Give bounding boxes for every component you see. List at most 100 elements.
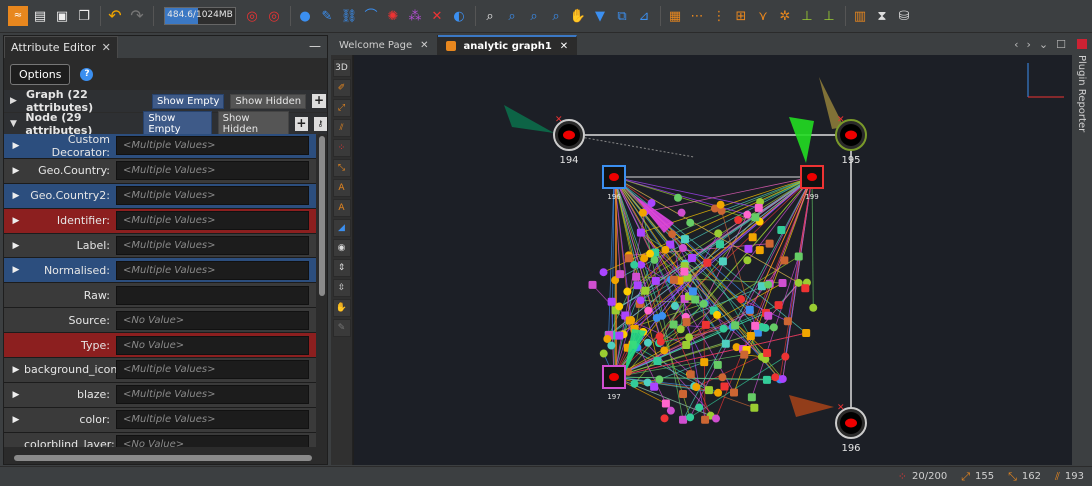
attribute-row[interactable]: ▶ Normalised: <Multiple Values> <box>4 258 316 284</box>
zoom-reset-icon[interactable]: ⌕ <box>546 6 566 26</box>
attribute-row[interactable]: ▶ Custom Decorator: <Multiple Values> <box>4 134 316 159</box>
new-graph-icon[interactable]: ≈ <box>8 6 28 26</box>
expand-arrow-icon[interactable]: ▶ <box>8 365 24 375</box>
shield-icon[interactable]: ◐ <box>449 6 469 26</box>
horizontal-scrollbar[interactable] <box>8 454 320 462</box>
expand-arrow-icon[interactable]: ▶ <box>8 191 24 201</box>
expand-arrow-icon[interactable]: ▶ <box>8 216 24 226</box>
pencil-icon[interactable]: ✎ <box>317 6 337 26</box>
minimize-icon[interactable]: — <box>309 39 321 53</box>
expand-arrow-icon[interactable]: ▶ <box>8 141 24 151</box>
scrollbar-thumb[interactable] <box>14 455 312 461</box>
attribute-row[interactable]: Source: <No Value> <box>4 308 316 334</box>
attribute-row[interactable]: ▶ color: <Multiple Values> <box>4 407 316 433</box>
attribute-row[interactable]: ▶ Identifier: <Multiple Values> <box>4 208 316 234</box>
attribute-value-field[interactable]: <Multiple Values> <box>116 260 309 280</box>
chart-icon[interactable]: ▥ <box>850 6 870 26</box>
pin-icon[interactable]: ▼ <box>590 6 610 26</box>
help-icon[interactable]: ? <box>80 67 94 81</box>
blaze-icon[interactable]: ◢ <box>332 219 351 237</box>
graph-show-hidden-button[interactable]: Show Hidden <box>230 93 307 109</box>
pencil-icon[interactable]: ✎ <box>332 319 351 337</box>
plugin-reporter-sidebar[interactable]: Plugin Reporter <box>1074 35 1092 465</box>
options-button[interactable]: Options <box>10 63 71 85</box>
attribute-value-field[interactable]: <No Value> <box>116 335 309 355</box>
3d-toggle-button[interactable]: 3D <box>332 59 351 77</box>
expand-arrow-icon[interactable]: ▶ <box>8 241 24 251</box>
attribute-value-field[interactable]: <No Value> <box>116 435 309 447</box>
attribute-value-field[interactable]: <Multiple Values> <box>116 186 309 206</box>
star-icon[interactable]: ✲ <box>775 6 795 26</box>
expand-arrow-icon[interactable]: ▶ <box>8 265 24 275</box>
attribute-row[interactable]: ▶ Label: <Multiple Values> <box>4 233 316 259</box>
attribute-row[interactable]: Raw: <box>4 283 316 309</box>
expand-arrow-icon[interactable]: ▶ <box>8 390 24 400</box>
vertical-icon[interactable]: ⋮ <box>709 6 729 26</box>
attribute-value-field[interactable] <box>116 285 309 305</box>
grid-icon[interactable]: ▦ <box>665 6 685 26</box>
chevron-down-icon[interactable]: ⌄ <box>1039 38 1048 51</box>
attribute-value-field[interactable]: <Multiple Values> <box>116 136 309 156</box>
zoom-fit-icon[interactable]: ⌕ <box>480 6 500 26</box>
graph-canvas[interactable]: ✕ 194 ✕ 195 ✕ 196 196 199 197 <box>354 55 1072 465</box>
copy-icon[interactable]: ❐ <box>74 6 94 26</box>
chevron-left-icon[interactable]: ‹ <box>1014 38 1018 51</box>
box-select-icon[interactable]: ⧉ <box>612 6 632 26</box>
expand-icon[interactable]: ⇕ <box>332 259 351 277</box>
pin-up-icon[interactable]: ⊥ <box>819 6 839 26</box>
collapse-arrow-icon[interactable]: ▼ <box>10 119 19 129</box>
database-icon[interactable]: ⛁ <box>894 6 914 26</box>
cross-icon[interactable]: ✕ <box>427 6 447 26</box>
dots-icon[interactable]: ⋯ <box>687 6 707 26</box>
expand-arrow-icon[interactable]: ▶ <box>10 96 20 106</box>
node-add-attribute-icon[interactable]: + <box>294 117 308 131</box>
expand-arrow-icon[interactable]: ▶ <box>8 166 24 176</box>
graph-show-empty-button[interactable]: Show Empty <box>152 93 225 109</box>
spider-icon[interactable]: ✺ <box>383 6 403 26</box>
close-icon[interactable]: ✕ <box>560 41 568 52</box>
nodes-icon[interactable]: ⁘ <box>332 139 351 157</box>
graph-add-attribute-icon[interactable]: + <box>312 94 327 108</box>
key-icon[interactable]: ⚷ <box>313 117 327 131</box>
graph-visualization[interactable]: ✕ 194 ✕ 195 ✕ 196 196 199 197 <box>354 55 1072 465</box>
undo-icon[interactable]: ↶ <box>105 6 125 26</box>
attribute-value-field[interactable]: <Multiple Values> <box>116 211 309 231</box>
arrange-icon[interactable]: ⊿ <box>634 6 654 26</box>
attribute-value-field[interactable]: <Multiple Values> <box>116 410 309 430</box>
select-layer-a-icon[interactable]: ◎ <box>242 6 262 26</box>
node-group-header[interactable]: ▼ Node (29 attributes) Show Empty Show H… <box>4 111 327 137</box>
attribute-value-field[interactable]: <Multiple Values> <box>116 236 309 255</box>
hand-icon[interactable]: ✋ <box>568 6 588 26</box>
attribute-value-field[interactable]: <Multiple Values> <box>116 385 309 405</box>
tree-icon[interactable]: ⊞ <box>731 6 751 26</box>
graph-group-header[interactable]: ▶ Graph (22 attributes) Show Empty Show … <box>4 88 327 114</box>
labels-a-icon[interactable]: A <box>332 179 351 197</box>
attribute-value-field[interactable]: <Multiple Values> <box>116 161 309 181</box>
visibility-icon[interactable]: ◉ <box>332 239 351 257</box>
vertical-scrollbar[interactable] <box>318 134 326 447</box>
connections-icon[interactable]: ⤡ <box>332 159 351 177</box>
redo-icon[interactable]: ↷ <box>127 6 147 26</box>
zoom-out-icon[interactable]: ⌕ <box>524 6 544 26</box>
hand-icon[interactable]: ✋ <box>332 299 351 317</box>
link-icon[interactable]: ⛓ <box>339 6 359 26</box>
zoom-in-icon[interactable]: ⌕ <box>502 6 522 26</box>
tab-welcome-page[interactable]: Welcome Page ✕ <box>331 35 438 55</box>
drawing-mode-icon[interactable]: ✐ <box>332 79 351 97</box>
open-file-icon[interactable]: ▤ <box>30 6 50 26</box>
attribute-row[interactable]: ▶ blaze: <Multiple Values> <box>4 382 316 408</box>
save-icon[interactable]: ▣ <box>52 6 72 26</box>
expand-arrow-icon[interactable]: ▶ <box>8 415 24 425</box>
link-mode-icon[interactable]: ⤢ <box>332 99 351 117</box>
chevron-right-icon[interactable]: › <box>1027 38 1031 51</box>
close-icon[interactable]: ✕ <box>102 41 111 54</box>
node-icon[interactable]: ● <box>295 6 315 26</box>
attribute-row[interactable]: Type: <No Value> <box>4 333 316 359</box>
maximize-icon[interactable]: ☐ <box>1056 38 1066 51</box>
arc-icon[interactable]: ⌒ <box>361 6 381 26</box>
attribute-value-field[interactable]: <Multiple Values> <box>116 360 309 380</box>
select-layer-b-icon[interactable]: ◎ <box>264 6 284 26</box>
memory-indicator[interactable]: 484.6/1024MB <box>164 7 236 25</box>
attribute-row[interactable]: ▶ Geo.Country: <Multiple Values> <box>4 158 316 184</box>
close-icon[interactable]: ✕ <box>420 40 428 51</box>
